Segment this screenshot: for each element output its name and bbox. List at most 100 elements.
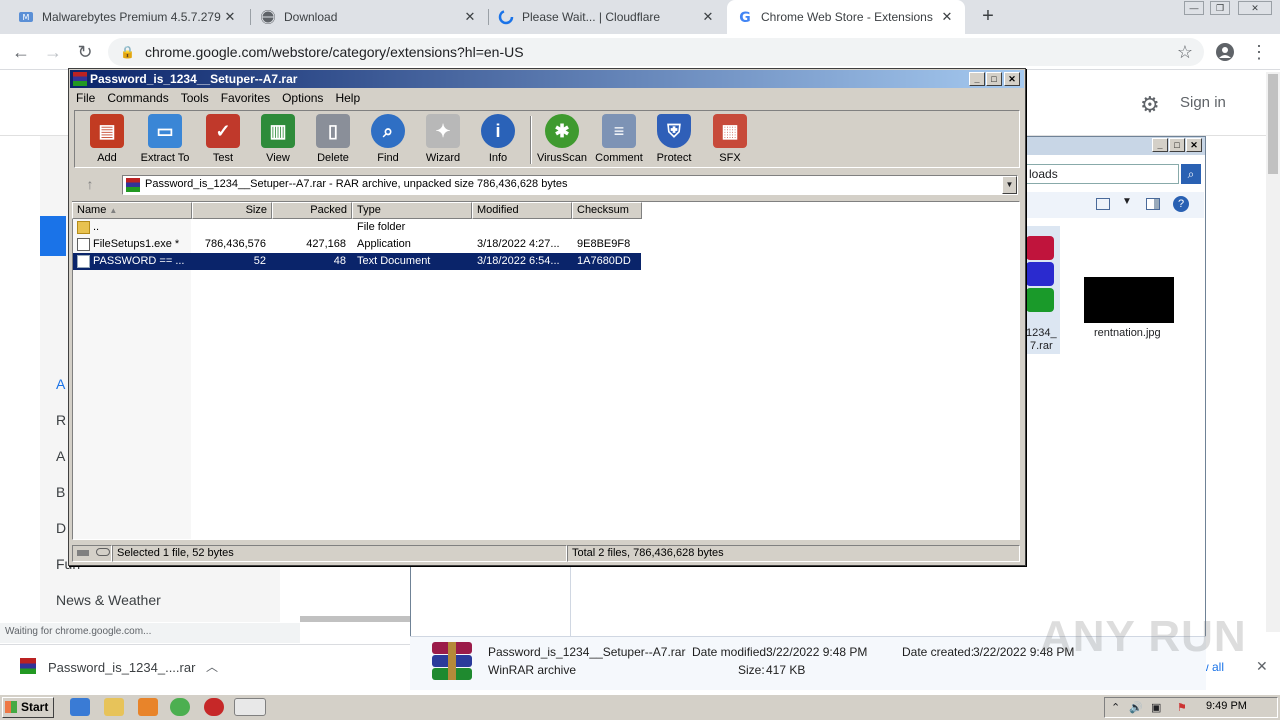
winrar-taskbar-button[interactable]	[234, 698, 266, 716]
info-button[interactable]: i Info	[470, 114, 526, 164]
help-icon[interactable]: ?	[1173, 196, 1189, 212]
column-header-modified[interactable]: Modified	[472, 202, 572, 219]
sidebar-category[interactable]: A	[56, 448, 65, 464]
file-size: 786,436,576	[204, 238, 266, 250]
back-arrow-icon[interactable]: ←	[10, 41, 32, 63]
taskbar-clock[interactable]: 9:49 PM	[1206, 700, 1247, 712]
column-header-name[interactable]: Name ▲	[72, 202, 192, 219]
comment-button[interactable]: ≡ Comment	[591, 114, 647, 164]
network-icon[interactable]: ▣	[1151, 701, 1161, 714]
tray-expand-icon[interactable]: ⌃	[1111, 701, 1120, 714]
media-player-icon[interactable]	[138, 698, 158, 716]
chevron-down-icon[interactable]: ▼	[1002, 176, 1017, 194]
bug-icon: ✱	[545, 114, 579, 148]
view-mode-icon[interactable]	[1096, 198, 1110, 210]
text-document-icon	[77, 255, 90, 268]
explorer-close-button[interactable]: ✕	[1186, 138, 1202, 152]
gear-icon[interactable]: ⚙	[1140, 92, 1160, 118]
status-bubble: Waiting for chrome.google.com...	[0, 623, 300, 643]
test-button[interactable]: ✓ Test	[195, 114, 251, 164]
menu-favorites[interactable]: Favorites	[215, 91, 276, 105]
virusscan-button[interactable]: ✱ VirusScan	[534, 114, 590, 164]
tab-label: Download	[284, 10, 338, 24]
drive-status-panel[interactable]	[72, 545, 112, 562]
sidebar-category[interactable]: D	[56, 520, 66, 536]
close-tab-icon[interactable]: ✕	[939, 9, 955, 25]
opera-icon[interactable]	[204, 698, 224, 716]
menu-commands[interactable]: Commands	[101, 91, 174, 105]
sidebar-category[interactable]: R	[56, 412, 66, 428]
sidebar-category[interactable]: A	[56, 376, 65, 392]
scrollbar-thumb[interactable]	[1268, 74, 1278, 174]
extract-to-button[interactable]: ▭ Extract To	[137, 114, 193, 164]
explorer-minimize-button[interactable]: _	[1152, 138, 1168, 152]
kebab-menu-icon[interactable]: ⋮	[1248, 41, 1270, 63]
security-alert-icon[interactable]: ⚑	[1177, 701, 1187, 714]
file-name: PASSWORD == ...	[93, 255, 185, 267]
column-header-packed[interactable]: Packed	[272, 202, 352, 219]
restore-button[interactable]: ❐	[1210, 1, 1230, 15]
bookmark-star-icon[interactable]: ☆	[1174, 41, 1196, 63]
close-tab-icon[interactable]: ✕	[462, 9, 478, 25]
menu-file[interactable]: File	[70, 91, 101, 105]
up-folder-arrow-icon[interactable]: ↑	[80, 176, 100, 194]
file-row-parent[interactable]: .. File folder	[73, 219, 641, 236]
image-thumbnail[interactable]	[1084, 277, 1174, 323]
chrome-icon[interactable]	[170, 698, 190, 716]
tool-label: Comment	[595, 152, 643, 164]
rar-book-red-icon	[1026, 236, 1054, 260]
tab-cloudflare[interactable]: Please Wait... | Cloudflare ✕	[488, 0, 726, 34]
forward-arrow-icon[interactable]: →	[42, 41, 64, 63]
view-button[interactable]: ▥ View	[250, 114, 306, 164]
explorer-search-box[interactable]: loads	[1024, 164, 1179, 184]
column-header-size[interactable]: Size	[192, 202, 272, 219]
file-row-password-txt[interactable]: PASSWORD == ... 52 48 Text Document 3/18…	[73, 253, 641, 270]
explorer-maximize-button[interactable]: □	[1169, 138, 1185, 152]
sidebar-category-news-weather[interactable]: News & Weather	[56, 592, 161, 608]
winrar-maximize-button[interactable]: □	[986, 72, 1002, 86]
menu-help[interactable]: Help	[329, 91, 366, 105]
close-download-shelf-icon[interactable]: ✕	[1256, 658, 1268, 675]
menu-tools[interactable]: Tools	[175, 91, 215, 105]
file-explorer-icon[interactable]	[104, 698, 124, 716]
profile-avatar-icon[interactable]	[1214, 41, 1236, 63]
reload-icon[interactable]: ↻	[74, 41, 96, 63]
winrar-minimize-button[interactable]: _	[969, 72, 985, 86]
search-icon[interactable]: ⌕	[1181, 164, 1201, 184]
tab-download[interactable]: Download ✕	[250, 0, 488, 34]
sign-in-link[interactable]: Sign in	[1180, 94, 1226, 111]
menu-options[interactable]: Options	[276, 91, 329, 105]
preview-pane-icon[interactable]	[1146, 198, 1160, 210]
winrar-app-icon[interactable]	[73, 72, 87, 86]
add-icon: ▤	[90, 114, 124, 148]
volume-icon[interactable]: 🔊	[1129, 701, 1143, 714]
tab-chrome-web-store[interactable]: G Chrome Web Store - Extensions ✕	[727, 0, 965, 34]
chevron-down-icon[interactable]: ▼	[1122, 196, 1132, 207]
sfx-button[interactable]: ▦ SFX	[702, 114, 758, 164]
add-button[interactable]: ▤ Add	[79, 114, 135, 164]
wizard-button[interactable]: ✦ Wizard	[415, 114, 471, 164]
chevron-up-icon[interactable]: ︿	[206, 658, 218, 675]
winrar-close-button[interactable]: ✕	[1004, 72, 1020, 86]
tool-label: View	[266, 152, 290, 164]
protect-button[interactable]: ⛨ Protect	[646, 114, 702, 164]
column-header-checksum[interactable]: Checksum	[572, 202, 642, 219]
sidebar-category[interactable]: B	[56, 484, 65, 500]
internet-explorer-icon[interactable]	[70, 698, 90, 716]
find-button[interactable]: ⌕ Find	[360, 114, 416, 164]
address-bar[interactable]: 🔒 chrome.google.com/webstore/category/ex…	[108, 38, 1204, 66]
new-tab-button[interactable]: +	[978, 6, 998, 26]
horizontal-scrollbar[interactable]	[300, 616, 410, 622]
file-type: File folder	[357, 221, 406, 233]
close-tab-icon[interactable]: ✕	[222, 9, 238, 25]
archive-path-combobox[interactable]: Password_is_1234__Setuper--A7.rar - RAR …	[122, 175, 1018, 195]
close-window-button[interactable]: ✕	[1238, 1, 1272, 15]
download-item-name[interactable]: Password_is_1234_....rar	[48, 660, 195, 675]
close-tab-icon[interactable]: ✕	[700, 9, 716, 25]
column-header-type[interactable]: Type	[352, 202, 472, 219]
minimize-button[interactable]: —	[1184, 1, 1204, 15]
delete-button[interactable]: ▯ Delete	[305, 114, 361, 164]
file-row-exe[interactable]: FileSetups1.exe * 786,436,576 427,168 Ap…	[73, 236, 641, 253]
tab-malwarebytes[interactable]: M Malwarebytes Premium 4.5.7.279 Cr ✕	[8, 0, 248, 34]
winrar-titlebar[interactable]: Password_is_1234__Setuper--A7.rar	[70, 70, 1024, 88]
